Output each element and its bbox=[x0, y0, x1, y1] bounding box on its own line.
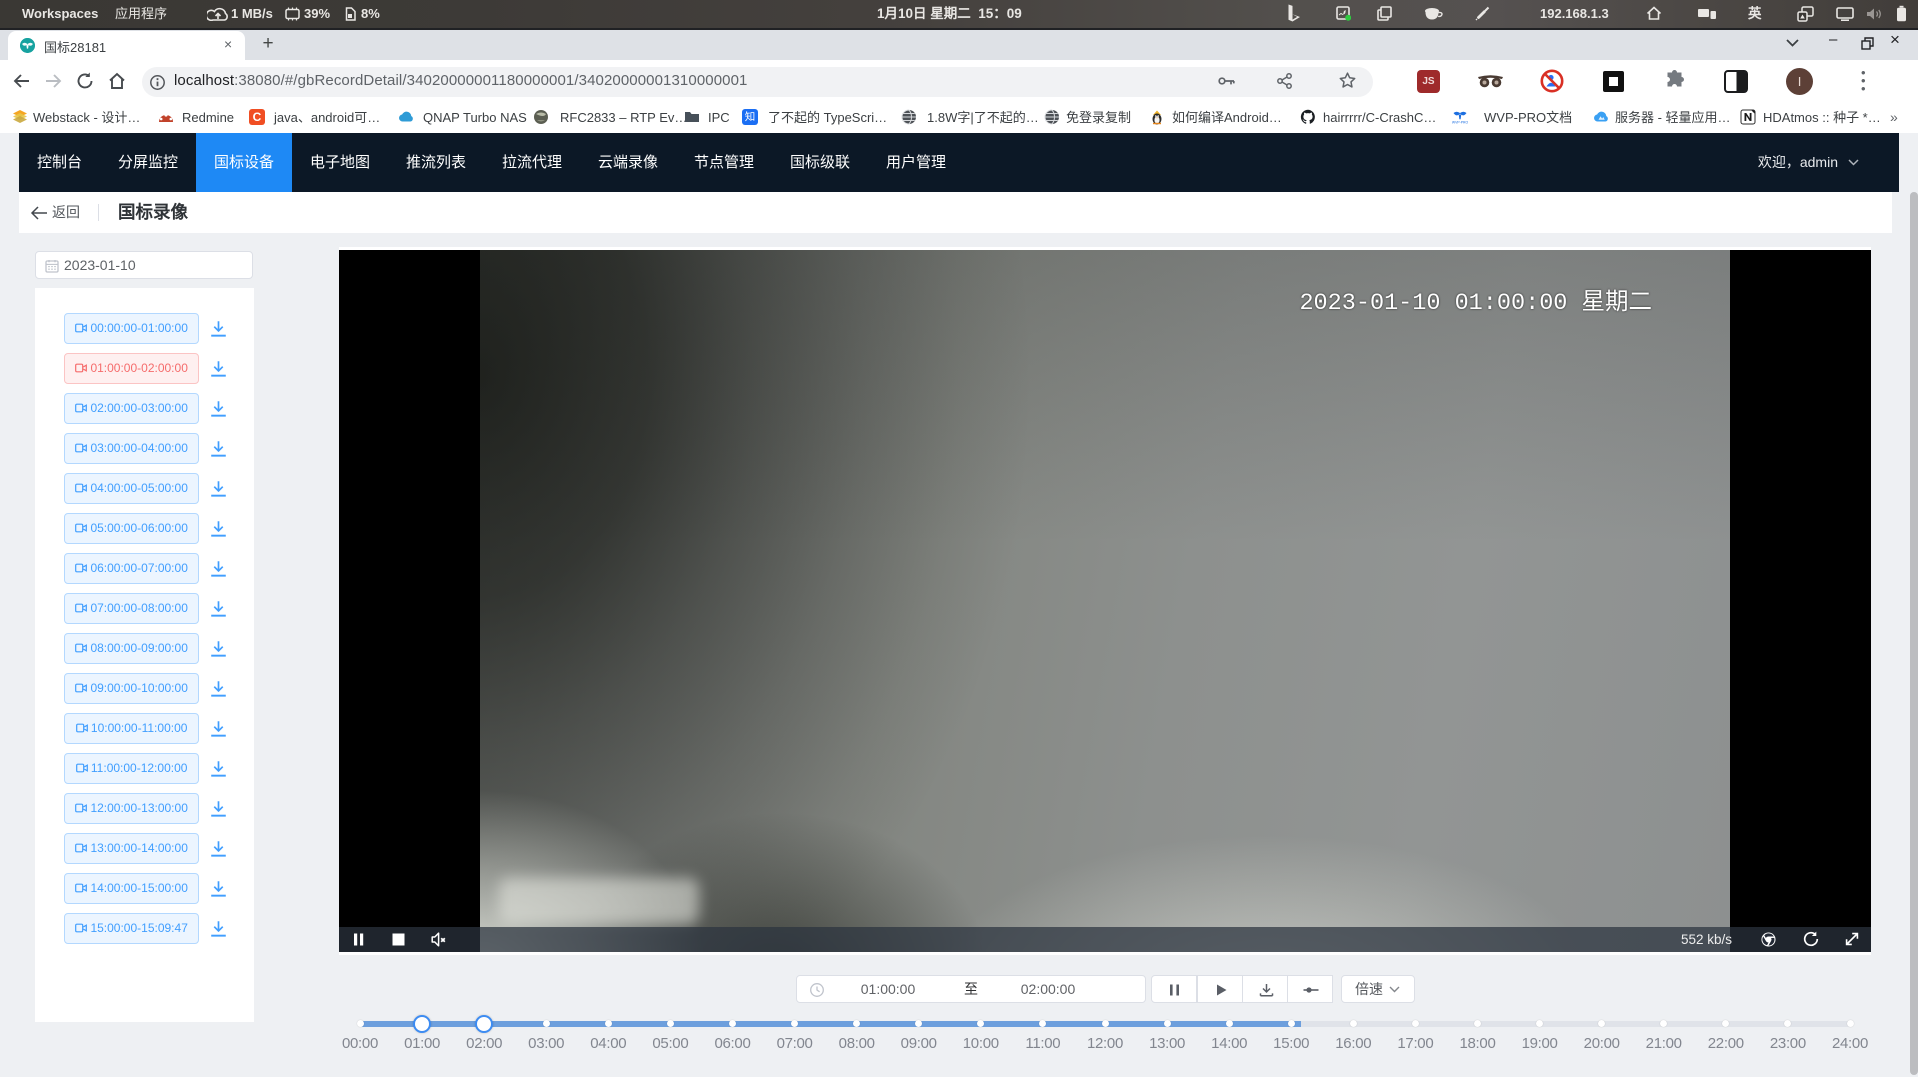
svg-text:WVP-PRO: WVP-PRO bbox=[1452, 121, 1468, 125]
